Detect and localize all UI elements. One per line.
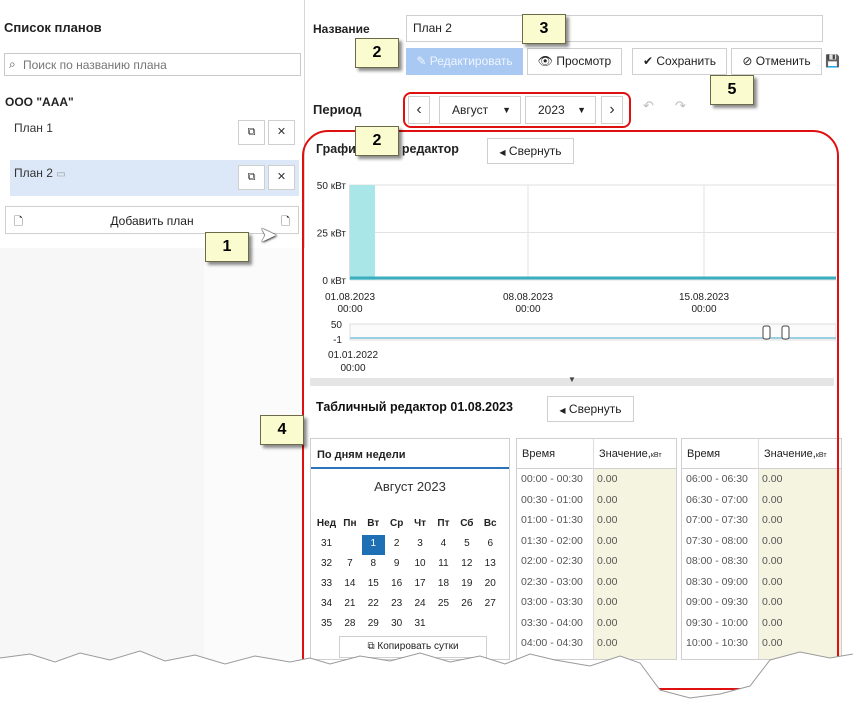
callout-badge: 4 <box>260 415 304 445</box>
view-label: Просмотр <box>556 54 612 68</box>
callout-badge: 5 <box>710 75 754 105</box>
copy-icon: ⧉ <box>247 171 256 183</box>
period-highlight-frame <box>403 92 631 128</box>
view-button[interactable]: 👁 Просмотр <box>527 48 622 75</box>
panel-background <box>0 248 204 660</box>
floppy-disk-icon[interactable]: 💾 <box>825 54 840 68</box>
redo-icon[interactable]: ↷ <box>675 98 686 114</box>
copy-plan-button[interactable]: ⧉ <box>238 120 265 145</box>
plan-list-item-selected[interactable]: План 2 ▭ ⧉ ✕ <box>10 160 299 196</box>
callout-badge: 2 <box>355 38 399 68</box>
add-plan-button[interactable]: 🗋 Добавить план 🗋 <box>5 206 299 234</box>
mouse-cursor-icon: ➤ <box>259 222 278 247</box>
eye-icon: 👁 <box>537 54 554 68</box>
callout-badge: 3 <box>522 14 566 44</box>
org-name: ООО "ААА" <box>5 95 74 109</box>
search-icon: ⌕ <box>9 57 16 71</box>
save-button[interactable]: ✔ Сохранить <box>632 48 727 75</box>
draft-icon: ▭ <box>56 169 66 180</box>
plan-name-field[interactable]: План 2 <box>406 15 823 42</box>
plan-item-label: План 2 ▭ <box>14 166 66 180</box>
delete-plan-button[interactable]: ✕ <box>268 165 295 190</box>
name-label: Название <box>313 22 370 36</box>
editor-highlight-frame <box>302 130 839 690</box>
undo-icon[interactable]: ↶ <box>643 98 654 114</box>
callout-badge: 1 <box>205 232 249 262</box>
callout-badge: 2 <box>355 126 399 156</box>
file-icon: 🗋 <box>281 216 290 228</box>
copy-icon: ⧉ <box>247 126 256 138</box>
copy-plan-button[interactable]: ⧉ <box>238 165 265 190</box>
period-label: Период <box>313 102 362 117</box>
torn-edge <box>0 650 853 710</box>
check-icon: ✔ <box>642 54 654 68</box>
delete-plan-button[interactable]: ✕ <box>268 120 295 145</box>
save-label: Сохранить <box>656 54 717 68</box>
pencil-icon: ✎ <box>416 54 427 68</box>
close-icon: ✕ <box>276 126 287 138</box>
plan-item-label: План 1 <box>14 121 53 135</box>
plan-list-item[interactable]: План 1 ⧉ ✕ <box>10 115 299 151</box>
plan-list-title: Список планов <box>4 20 102 35</box>
cancel-label: Отменить <box>755 54 811 68</box>
cancel-icon: ⊘ <box>742 54 753 68</box>
plan-search-input[interactable] <box>23 56 293 73</box>
plan-list-panel: Список планов ⌕ ООО "ААА" План 1 ⧉ ✕ Пла… <box>0 0 305 660</box>
cancel-button[interactable]: ⊘ Отменить <box>731 48 822 75</box>
close-icon: ✕ <box>276 171 287 183</box>
edit-button[interactable]: ✎ Редактировать <box>406 48 523 75</box>
add-plan-label: Добавить план <box>110 214 194 228</box>
edit-label: Редактировать <box>429 54 513 68</box>
panel-background <box>204 248 305 660</box>
plan-search-box[interactable]: ⌕ <box>4 53 301 76</box>
